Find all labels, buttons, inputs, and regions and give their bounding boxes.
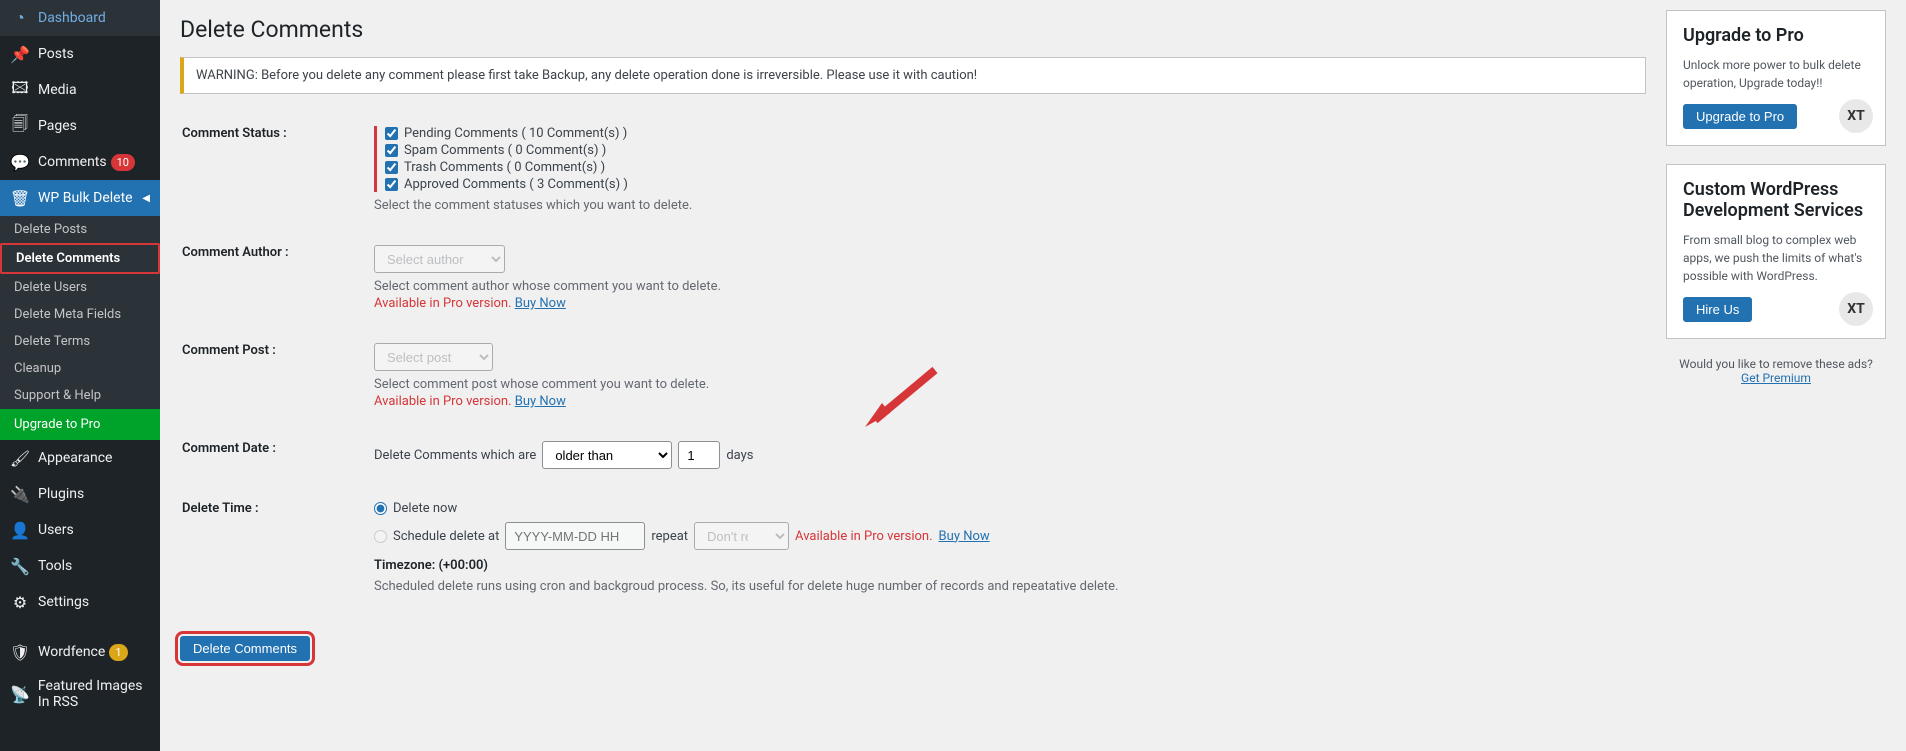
spam-label: Spam Comments ( 0 Comment(s) ) — [404, 143, 606, 158]
remove-ads-text: Would you like to remove these ads? — [1679, 357, 1873, 371]
date-label: Comment Date : — [182, 431, 372, 489]
datetime-input — [505, 522, 645, 550]
sidebar-item-dashboard[interactable]: ◔Dashboard — [0, 0, 160, 36]
days-input[interactable] — [678, 441, 720, 469]
author-label: Comment Author : — [182, 235, 372, 331]
pro-text: Available in Pro version. — [374, 296, 512, 311]
trash-label: Trash Comments ( 0 Comment(s) ) — [404, 160, 605, 175]
post-label: Comment Post : — [182, 333, 372, 429]
dev-desc: From small blog to complex web apps, we … — [1683, 231, 1869, 285]
upgrade-desc: Unlock more power to bulk delete operati… — [1683, 56, 1869, 92]
pending-label: Pending Comments ( 10 Comment(s) ) — [404, 126, 627, 141]
hire-button[interactable]: Hire Us — [1683, 297, 1752, 322]
repeat-select: Don't repeat — [694, 522, 789, 550]
repeat-label: repeat — [651, 529, 688, 544]
sidebar-item-settings[interactable]: ⚙Settings — [0, 584, 160, 620]
xt-logo: XT — [1839, 99, 1873, 133]
pin-icon: 📌 — [10, 44, 30, 64]
sidebar-item-wp-bulk-delete[interactable]: 🗑WP Bulk Delete◀ — [0, 180, 160, 216]
status-desc: Select the comment statuses which you wa… — [374, 198, 1634, 213]
media-icon: 🖾 — [10, 80, 30, 100]
delete-comments-button[interactable]: Delete Comments — [180, 636, 310, 661]
pro-text2: Available in Pro version. — [374, 394, 512, 409]
sidebar-item-tools[interactable]: 🔧Tools — [0, 548, 160, 584]
post-desc: Select comment post whose comment you wa… — [374, 377, 1634, 392]
page-title: Delete Comments — [180, 16, 1646, 43]
schedule-desc: Scheduled delete runs using cron and bac… — [374, 579, 1634, 594]
delete-now-label: Delete now — [393, 501, 457, 516]
buy-now-link[interactable]: Buy Now — [515, 296, 566, 311]
author-desc: Select comment author whose comment you … — [374, 279, 1634, 294]
dev-card: Custom WordPress Development Services Fr… — [1666, 164, 1886, 339]
users-icon: 👤 — [10, 520, 30, 540]
sidebar-item-comments[interactable]: 💬Comments10 — [0, 144, 160, 180]
checkbox-approved[interactable] — [385, 178, 398, 191]
sub-delete-posts[interactable]: Delete Posts — [0, 216, 160, 243]
sidebar-submenu: Delete Posts Delete Comments Delete User… — [0, 216, 160, 440]
sidebar-item-pages[interactable]: 🗐Pages — [0, 108, 160, 144]
xt-logo2: XT — [1839, 292, 1873, 326]
sub-delete-users[interactable]: Delete Users — [0, 274, 160, 301]
radio-delete-now[interactable] — [374, 502, 387, 515]
pages-icon: 🗐 — [10, 116, 30, 136]
pro-text3: Available in Pro version. — [795, 529, 933, 544]
dev-title: Custom WordPress Development Services — [1683, 179, 1869, 221]
wrench-icon: 🔧 — [10, 556, 30, 576]
sub-support-help[interactable]: Support & Help — [0, 382, 160, 409]
upgrade-title: Upgrade to Pro — [1683, 25, 1869, 46]
sidebar-item-plugins[interactable]: 🔌Plugins — [0, 476, 160, 512]
checkbox-trash[interactable] — [385, 161, 398, 174]
buy-now-link2[interactable]: Buy Now — [515, 394, 566, 409]
approved-label: Approved Comments ( 3 Comment(s) ) — [404, 177, 628, 192]
sidebar-item-appearance[interactable]: 🖌Appearance — [0, 440, 160, 476]
buy-now-link3[interactable]: Buy Now — [939, 529, 990, 544]
sub-delete-comments[interactable]: Delete Comments — [0, 243, 160, 274]
timezone-text: Timezone: (+00:00) — [374, 558, 1634, 573]
get-premium-link[interactable]: Get Premium — [1666, 371, 1886, 385]
sidebar-item-posts[interactable]: 📌Posts — [0, 36, 160, 72]
post-select: Select post — [374, 343, 493, 371]
main-content: Delete Comments WARNING: Before you dele… — [180, 10, 1646, 711]
shield-icon: 🛡 — [10, 642, 30, 662]
date-condition-select[interactable]: older than — [542, 441, 672, 469]
author-select: Select author — [374, 245, 505, 273]
admin-sidebar: ◔Dashboard 📌Posts 🖾Media 🗐Pages 💬Comment… — [0, 0, 160, 751]
sub-delete-terms[interactable]: Delete Terms — [0, 328, 160, 355]
time-label: Delete Time : — [182, 491, 372, 614]
side-column: Upgrade to Pro Unlock more power to bulk… — [1666, 10, 1886, 711]
radio-schedule — [374, 530, 387, 543]
comments-icon: 💬 — [10, 152, 30, 172]
upgrade-card: Upgrade to Pro Unlock more power to bulk… — [1666, 10, 1886, 146]
rss-icon: 📡 — [10, 684, 30, 704]
checkbox-spam[interactable] — [385, 144, 398, 157]
comments-count-badge: 10 — [111, 154, 135, 171]
sidebar-item-users[interactable]: 👤Users — [0, 512, 160, 548]
checkbox-pending[interactable] — [385, 127, 398, 140]
sub-upgrade-pro[interactable]: Upgrade to Pro — [0, 409, 160, 440]
schedule-label: Schedule delete at — [393, 529, 499, 544]
days-label: days — [726, 448, 753, 463]
date-text: Delete Comments which are — [374, 448, 536, 463]
upgrade-button[interactable]: Upgrade to Pro — [1683, 104, 1797, 129]
sidebar-item-media[interactable]: 🖾Media — [0, 72, 160, 108]
sub-cleanup[interactable]: Cleanup — [0, 355, 160, 382]
brush-icon: 🖌 — [10, 448, 30, 468]
plug-icon: 🔌 — [10, 484, 30, 504]
sidebar-item-featured-images[interactable]: 📡Featured Images In RSS — [0, 670, 160, 718]
chevron-left-icon: ◀ — [142, 193, 150, 204]
wordfence-count-badge: 1 — [109, 644, 127, 661]
trash-icon: 🗑 — [10, 188, 30, 208]
warning-notice: WARNING: Before you delete any comment p… — [180, 57, 1646, 94]
dashboard-icon: ◔ — [10, 8, 30, 28]
settings-icon: ⚙ — [10, 592, 30, 612]
sidebar-item-wordfence[interactable]: 🛡Wordfence1 — [0, 634, 160, 670]
sub-delete-meta-fields[interactable]: Delete Meta Fields — [0, 301, 160, 328]
status-label: Comment Status : — [182, 116, 372, 233]
